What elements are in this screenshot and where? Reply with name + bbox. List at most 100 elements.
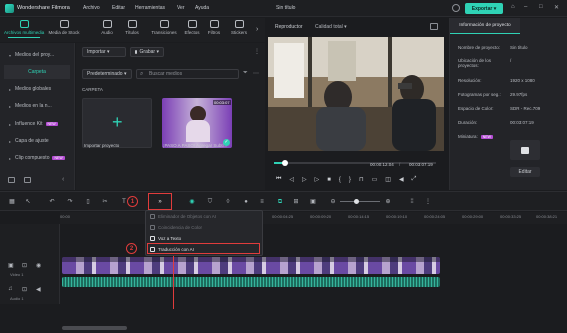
playhead-handle[interactable] [282, 160, 288, 166]
sidebar-item-medios-proyecto[interactable]: ▾ Medios del proy... [4, 48, 70, 62]
notifications-icon[interactable]: ⌂ [511, 4, 515, 10]
menu-herramientas[interactable]: Herramientas [135, 5, 165, 11]
tab-stickers[interactable]: Stickers [228, 20, 250, 35]
mark-in-icon[interactable]: { [339, 177, 341, 183]
menu-ver[interactable]: Ver [177, 5, 185, 11]
grid-icon[interactable]: ⁞⁞ [408, 198, 416, 206]
folder-icon[interactable] [24, 177, 31, 183]
sidebar-item-clip-compuesto[interactable]: ▸ Clip compuesto NEW [4, 151, 70, 165]
camera-icon[interactable]: ◫ [385, 176, 391, 183]
menu-archivo[interactable]: Archivo [83, 5, 100, 11]
timeline-scrollbar[interactable] [62, 326, 127, 330]
video-clip[interactable] [62, 257, 440, 274]
import-button[interactable]: Importar ▾ [82, 47, 126, 57]
media-clip-thumbnail[interactable]: 00:03:07 ✓ [162, 98, 232, 148]
record-button[interactable]: Grabar ▾ [130, 47, 164, 57]
volume-icon[interactable]: ◀ [399, 176, 404, 183]
zoom-in-icon[interactable]: ⊕ [384, 198, 392, 206]
timeline-ruler[interactable]: 00:00 00:00:04:25 00:00:09:20 00:00:14:1… [60, 212, 567, 224]
export-button[interactable]: Exportar ▾ [465, 3, 503, 14]
fullscreen-icon[interactable]: ⤢ [412, 176, 417, 183]
snapshot-icon[interactable]: ▣ [309, 198, 317, 206]
minimize-icon[interactable]: – [524, 4, 527, 10]
tab-titulos[interactable]: Títulos [122, 20, 142, 35]
snapshot-icon[interactable] [430, 23, 438, 30]
step-forward-icon[interactable]: ▷ [315, 176, 320, 183]
titles-icon [127, 20, 137, 28]
split-icon[interactable]: ⊞ [292, 198, 300, 206]
sidebar-item-medios-nube[interactable]: ▸ Medios en la n... [4, 99, 70, 113]
lock-icon[interactable]: ⊡ [22, 286, 27, 293]
tab-label: Audio [101, 30, 113, 35]
more-options-icon[interactable]: ⋮ [254, 48, 260, 55]
collapse-icon[interactable]: ‹ [62, 176, 64, 183]
layout-icon[interactable]: ▦ [8, 198, 16, 206]
edit-label: Editar [518, 169, 532, 175]
undo-icon[interactable]: ↶ [48, 198, 56, 206]
menu-ayuda[interactable]: Ayuda [195, 5, 209, 11]
thumbnail-preview[interactable] [510, 140, 540, 160]
delete-icon[interactable]: ▯ [84, 198, 92, 206]
tab-transiciones[interactable]: Transiciones [148, 20, 180, 35]
more-options-icon[interactable]: ⋮ [424, 198, 432, 206]
sidebar-item-capa-ajuste[interactable]: ▸ Capa de ajuste [4, 134, 70, 148]
timeline-toolbar: ▦ ↖ ↶ ↷ ▯ ✂ T » ◉ ⛉ ◊ ● ≡ ⧉ ⊞ ▣ ⊖ ⊕ ⁞⁞ ⋮ [0, 191, 567, 211]
chevron-right-icon: ▸ [9, 138, 12, 144]
sidebar-item-label: Carpeta [28, 69, 46, 75]
plus-icon: + [112, 112, 123, 132]
tab-audio[interactable]: Audio [100, 20, 114, 35]
snap-icon[interactable]: ⧉ [276, 198, 284, 206]
tab-media-de-stock[interactable]: Media de Stock [48, 20, 80, 35]
cut-icon[interactable]: ✂ [101, 198, 109, 206]
tab-filtros[interactable]: Filtros [205, 20, 223, 35]
filter-icon[interactable]: ⏷ [243, 70, 248, 77]
quality-dropdown[interactable]: Calidad total ▾ [315, 24, 347, 30]
document-title: Sin título [276, 5, 296, 11]
import-project-tile[interactable]: + [82, 98, 152, 148]
prop-fps-key: Fotogramas por seg.: [458, 92, 501, 97]
shield-icon[interactable]: ⛉ [206, 198, 214, 206]
sidebar-item-influence-kit[interactable]: ▸ Influence Kit NEW [4, 117, 70, 131]
zoom-out-icon[interactable]: ⊖ [329, 198, 337, 206]
edit-button[interactable]: Editar [510, 167, 540, 177]
sort-dropdown[interactable]: Predeterminado ▾ [82, 69, 132, 79]
step-back-icon[interactable]: ◁ [289, 176, 294, 183]
chevron-right-icon[interactable]: › [256, 26, 258, 33]
menu-editar[interactable]: Editar [112, 5, 125, 11]
sidebar-item-medios-globales[interactable]: ▸ Medios globales [4, 82, 70, 96]
prev-frame-icon[interactable]: ⏮ [276, 176, 281, 183]
eye-icon[interactable]: ◉ [36, 262, 41, 269]
tab-efectos[interactable]: Efectos [182, 20, 202, 35]
tab-label: Media de Stock [48, 30, 80, 35]
mic-icon[interactable]: ● [242, 198, 250, 206]
play-icon[interactable]: ▷ [302, 176, 307, 183]
more-icon[interactable]: ⋯ [253, 70, 259, 77]
folder-label: CARPETA [82, 87, 103, 92]
zoom-slider[interactable] [340, 199, 380, 204]
audio-clip[interactable] [62, 277, 440, 287]
maximize-icon[interactable]: □ [539, 4, 543, 10]
close-icon[interactable]: ✕ [554, 4, 559, 11]
screen-icon[interactable]: ▭ [372, 176, 378, 183]
sidebar-item-carpeta[interactable]: Carpeta [4, 65, 70, 79]
redo-icon[interactable]: ↷ [66, 198, 74, 206]
select-icon[interactable]: ↖ [24, 198, 32, 206]
sidebar-item-label: Influence Kit [15, 121, 43, 127]
account-icon[interactable] [452, 4, 460, 12]
lock-icon[interactable]: ⊡ [22, 262, 27, 269]
menu-item-speech-to-text[interactable]: Voz a Texto [150, 236, 181, 241]
audio-mix-icon[interactable]: ≡ [258, 198, 266, 206]
speaker-icon[interactable]: ◀ [36, 286, 41, 293]
stop-icon[interactable]: ■ [327, 177, 331, 183]
fit-icon[interactable]: ⊓ [359, 176, 364, 183]
search-input[interactable]: ⌕ Buscar medios [136, 69, 239, 79]
render-icon[interactable]: ◉ [188, 198, 196, 206]
transitions-icon [159, 20, 169, 28]
marker-icon[interactable]: ◊ [224, 198, 232, 206]
filmora-logo-icon [5, 4, 14, 13]
zoom-slider-handle[interactable] [354, 199, 359, 204]
tab-project-info[interactable]: Información de proyecto [450, 18, 520, 34]
mark-out-icon[interactable]: } [349, 177, 351, 183]
tab-archivos-multimedia[interactable]: Archivos multimedia [4, 20, 44, 38]
new-folder-icon[interactable] [8, 177, 15, 183]
